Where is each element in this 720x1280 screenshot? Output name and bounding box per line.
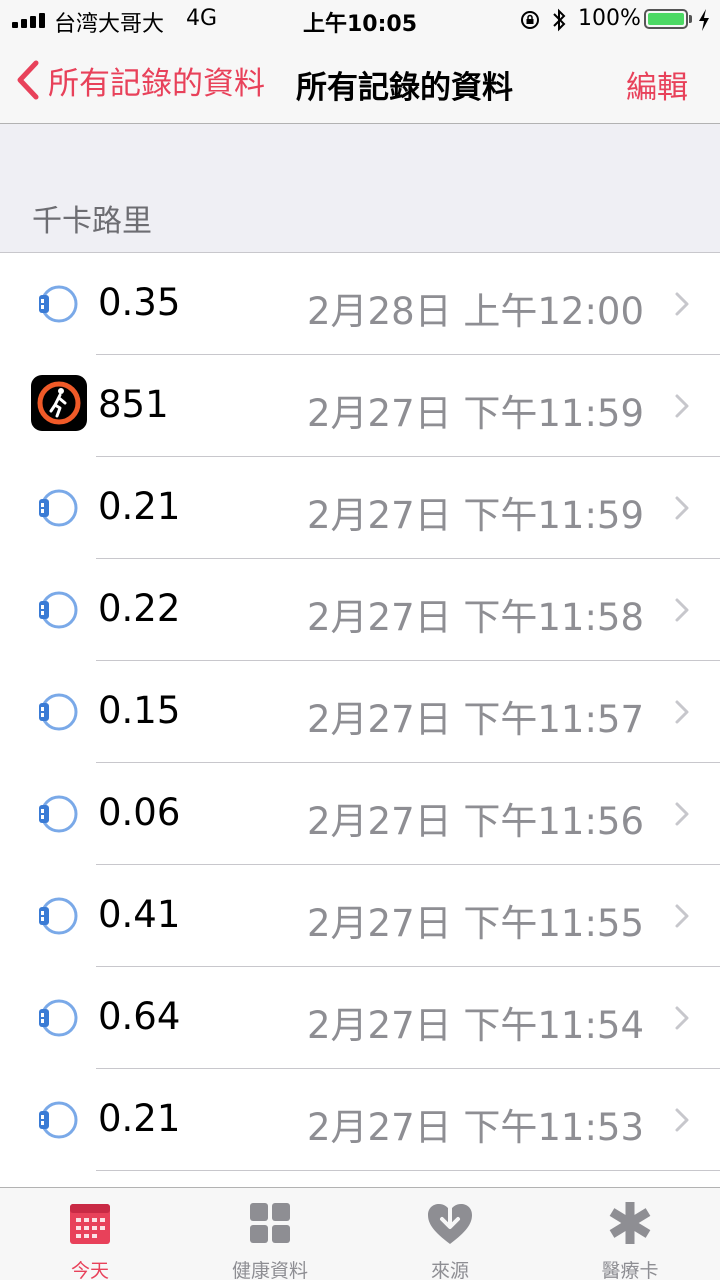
record-date: 2月27日 下午11:56 [306,800,644,843]
grid-icon [250,1203,290,1243]
tab-today[interactable]: 今天 [0,1188,180,1280]
record-row[interactable]: 0.15 2月27日 下午11:57 [0,661,720,763]
record-value: 0.41 [98,893,181,936]
record-row[interactable]: 0.21 2月27日 下午11:59 [0,457,720,559]
navigation-bar: 所有記錄的資料 所有記錄的資料 編輯 [0,40,720,124]
watch-icon [39,285,78,323]
edit-button[interactable]: 編輯 [626,62,688,107]
chevron-left-icon [17,60,39,100]
record-value: 0.35 [98,281,181,324]
record-value: 0.06 [98,791,181,834]
back-button-label: 所有記錄的資料 [48,65,265,102]
tab-label: 來源 [430,1260,469,1280]
record-date: 2月27日 下午11:54 [306,1004,644,1047]
chevron-right-icon [675,802,689,826]
record-row[interactable]: 0.35 2月28日 上午12:00 [0,253,720,355]
record-row[interactable]: 0.21 2月27日 下午11:53 [0,1069,720,1171]
battery-icon [644,9,688,29]
asterisk-icon [609,1202,651,1244]
record-value: 0.21 [98,485,181,528]
watch-icon [39,489,78,527]
chevron-right-icon [675,1108,689,1132]
record-date: 2月28日 上午12:00 [306,290,644,333]
record-row[interactable]: 0.64 2月27日 下午11:54 [0,967,720,1069]
chevron-right-icon [675,496,689,520]
record-value: 0.22 [98,587,181,630]
status-bar: 台湾大哥大 4G 上午10:05 100% [0,0,720,40]
record-value: 0.15 [98,689,181,732]
chevron-right-icon [675,394,689,418]
record-value: 0.21 [98,1097,181,1140]
chevron-right-icon [675,700,689,724]
chevron-right-icon [675,904,689,928]
watch-icon [39,897,78,935]
record-date: 2月27日 下午11:57 [306,698,644,741]
battery-percentage: 100% [578,6,641,31]
watch-icon [39,693,78,731]
bluetooth-icon [553,8,566,32]
record-value: 851 [98,383,169,426]
heart-download-icon [428,1200,472,1244]
tab-label: 健康資料 [231,1260,308,1280]
section-header: 千卡路里 [32,204,152,239]
back-button[interactable]: 所有記錄的資料 [14,58,265,102]
charging-icon [699,9,709,31]
record-row[interactable]: 0.06 2月27日 下午11:56 [0,763,720,865]
record-date: 2月27日 下午11:59 [306,392,644,435]
screen: 台湾大哥大 4G 上午10:05 100% 所有記錄的資料 所有記錄的資料 編輯… [0,0,720,1280]
watch-icon [39,1101,78,1139]
record-row[interactable]: 0.22 2月27日 下午11:58 [0,559,720,661]
chevron-right-icon [675,292,689,316]
calendar-icon [70,1204,110,1244]
watch-icon [39,591,78,629]
watch-icon [39,999,78,1037]
tab-label: 今天 [70,1260,109,1280]
chevron-right-icon [675,598,689,622]
record-date: 2月27日 下午11:59 [306,494,644,537]
record-date: 2月27日 下午11:55 [306,902,644,945]
workout-app-icon [31,375,87,431]
record-row[interactable]: 851 2月27日 下午11:59 [0,355,720,457]
record-date: 2月27日 下午11:53 [306,1106,644,1149]
rotation-lock-icon [521,11,539,29]
tab-label: 醫療卡 [601,1260,659,1280]
record-row[interactable]: 0.41 2月27日 下午11:55 [0,865,720,967]
tab-health-data[interactable]: 健康資料 [180,1188,360,1280]
tab-medical-id[interactable]: 醫療卡 [540,1188,720,1280]
chevron-right-icon [675,1006,689,1030]
record-date: 2月27日 下午11:58 [306,596,644,639]
records-list: 0.35 2月28日 上午12:00 851 2月27日 下午11:59 0.21 2月2… [0,252,720,1187]
record-value: 0.64 [98,995,181,1038]
tab-sources[interactable]: 來源 [360,1188,540,1280]
watch-icon [39,795,78,833]
tab-bar: 今天 健康資料 來源 醫療卡 [0,1187,720,1280]
page-title: 所有記錄的資料 [296,70,513,106]
